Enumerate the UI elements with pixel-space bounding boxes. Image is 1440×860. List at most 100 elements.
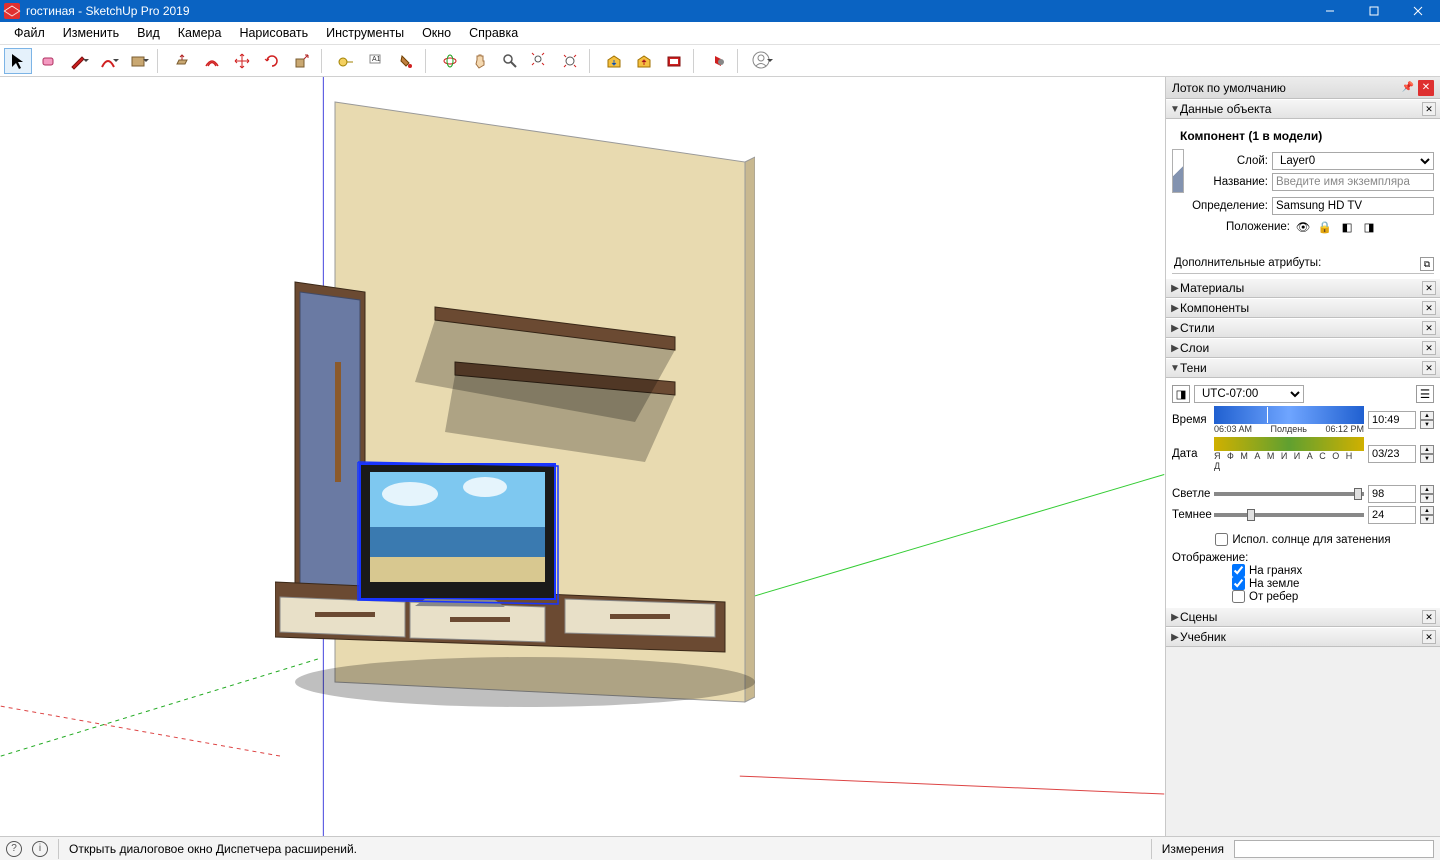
definition-input[interactable] xyxy=(1272,197,1434,215)
menu-tools[interactable]: Инструменты xyxy=(318,24,412,42)
on-ground-checkbox[interactable] xyxy=(1232,577,1245,590)
extension-warehouse-button[interactable] xyxy=(660,48,688,74)
warehouse-get-button[interactable] xyxy=(600,48,628,74)
time-stepper[interactable]: ▲▼ xyxy=(1420,411,1434,429)
zoom-window-button[interactable] xyxy=(556,48,584,74)
menu-camera[interactable]: Камера xyxy=(170,24,230,42)
panel-styles-header[interactable]: ▶Стили✕ xyxy=(1166,318,1440,338)
status-bar: ? i Открыть диалоговое окно Диспетчера р… xyxy=(0,836,1440,860)
measurements-label: Измерения xyxy=(1162,842,1224,856)
month-ticks: Я Ф М А М И И А С О Н Д xyxy=(1214,451,1364,471)
toggle-lock-icon[interactable]: 🔒 xyxy=(1316,218,1334,236)
panel-entity-header[interactable]: ▼ Данные объекта ✕ xyxy=(1166,99,1440,119)
component-thumbnail xyxy=(1172,149,1184,193)
light-stepper[interactable]: ▲▼ xyxy=(1420,485,1434,503)
toggle-shadows-icon[interactable]: ◧ xyxy=(1338,218,1356,236)
collapse-arrow-icon: ▼ xyxy=(1170,104,1180,115)
tray-title-bar[interactable]: Лоток по умолчанию 📌 ✕ xyxy=(1166,77,1440,99)
help-icon[interactable]: ? xyxy=(6,841,22,857)
menu-window[interactable]: Окно xyxy=(414,24,459,42)
time-label: Время xyxy=(1172,414,1210,426)
menu-bar: Файл Изменить Вид Камера Нарисовать Инст… xyxy=(0,22,1440,45)
time-slider[interactable] xyxy=(1214,406,1364,424)
maximize-button[interactable] xyxy=(1352,0,1396,22)
toggle-visible-icon[interactable]: 👁 xyxy=(1294,218,1312,236)
select-tool-button[interactable] xyxy=(4,48,32,74)
menu-view[interactable]: Вид xyxy=(129,24,168,42)
move-tool-button[interactable] xyxy=(228,48,256,74)
menu-help[interactable]: Справка xyxy=(461,24,526,42)
attrs-config-button[interactable]: ⧉ xyxy=(1420,257,1434,271)
tray-pin-icon[interactable]: 📌 xyxy=(1400,80,1416,96)
shadow-toggle-icon[interactable]: ◨ xyxy=(1172,385,1190,403)
shape-tool-button[interactable] xyxy=(124,48,152,74)
panel-scenes-header[interactable]: ▶Сцены✕ xyxy=(1166,607,1440,627)
panel-entity-title: Данные объекта xyxy=(1180,102,1422,116)
tape-tool-button[interactable] xyxy=(332,48,360,74)
layer-select[interactable]: Layer0 xyxy=(1272,152,1434,170)
panel-close-button[interactable]: ✕ xyxy=(1422,281,1436,295)
model-scene xyxy=(275,82,755,762)
instance-name-input[interactable] xyxy=(1272,173,1434,191)
pencil-tool-button[interactable] xyxy=(64,48,92,74)
panel-close-button[interactable]: ✕ xyxy=(1422,301,1436,315)
panel-close-button[interactable]: ✕ xyxy=(1422,630,1436,644)
light-label: Светле xyxy=(1172,488,1210,500)
zoom-extents-button[interactable] xyxy=(526,48,554,74)
rotate-tool-button[interactable] xyxy=(258,48,286,74)
light-input[interactable] xyxy=(1368,485,1416,503)
layer-label: Слой: xyxy=(1190,155,1268,167)
panel-shadows-header[interactable]: ▼Тени✕ xyxy=(1166,358,1440,378)
paint-tool-button[interactable] xyxy=(392,48,420,74)
zoom-tool-button[interactable] xyxy=(496,48,524,74)
sun-shading-checkbox[interactable] xyxy=(1215,533,1228,546)
panel-components-header[interactable]: ▶Компоненты✕ xyxy=(1166,298,1440,318)
panel-close-button[interactable]: ✕ xyxy=(1422,341,1436,355)
from-edges-checkbox[interactable] xyxy=(1232,590,1245,603)
date-stepper[interactable]: ▲▼ xyxy=(1420,445,1434,463)
scale-tool-button[interactable] xyxy=(288,48,316,74)
menu-edit[interactable]: Изменить xyxy=(55,24,127,42)
user-profile-button[interactable] xyxy=(748,48,776,74)
panel-instructor-header[interactable]: ▶Учебник✕ xyxy=(1166,627,1440,647)
pushpull-tool-button[interactable] xyxy=(168,48,196,74)
time-input[interactable] xyxy=(1368,411,1416,429)
toggle-cast-icon[interactable]: ◨ xyxy=(1360,218,1378,236)
eraser-tool-button[interactable] xyxy=(34,48,62,74)
component-summary: Компонент (1 в модели) xyxy=(1172,123,1434,149)
minimize-button[interactable] xyxy=(1308,0,1352,22)
panel-close-button[interactable]: ✕ xyxy=(1422,361,1436,375)
info-icon[interactable]: i xyxy=(32,841,48,857)
panel-close-button[interactable]: ✕ xyxy=(1422,321,1436,335)
shadow-details-button[interactable]: ☰ xyxy=(1416,385,1434,403)
dark-stepper[interactable]: ▲▼ xyxy=(1420,506,1434,524)
arc-tool-button[interactable] xyxy=(94,48,122,74)
panel-layers-header[interactable]: ▶Слои✕ xyxy=(1166,338,1440,358)
on-faces-checkbox[interactable] xyxy=(1232,564,1245,577)
date-input[interactable] xyxy=(1368,445,1416,463)
dark-input[interactable] xyxy=(1368,506,1416,524)
viewport[interactable] xyxy=(0,77,1165,836)
warehouse-send-button[interactable] xyxy=(630,48,658,74)
light-slider[interactable] xyxy=(1214,492,1364,496)
definition-label: Определение: xyxy=(1172,200,1268,212)
window-title: гостиная - SketchUp Pro 2019 xyxy=(26,4,190,18)
panel-close-button[interactable]: ✕ xyxy=(1422,102,1436,116)
dark-label: Темнее xyxy=(1172,509,1210,521)
date-slider[interactable] xyxy=(1214,437,1364,451)
panel-materials-header[interactable]: ▶Материалы✕ xyxy=(1166,278,1440,298)
offset-tool-button[interactable] xyxy=(198,48,226,74)
extension-manager-button[interactable] xyxy=(704,48,732,74)
date-label: Дата xyxy=(1172,448,1210,460)
dark-slider[interactable] xyxy=(1214,513,1364,517)
timezone-select[interactable]: UTC-07:00 xyxy=(1194,385,1304,403)
panel-close-button[interactable]: ✕ xyxy=(1422,610,1436,624)
menu-draw[interactable]: Нарисовать xyxy=(231,24,316,42)
pan-tool-button[interactable] xyxy=(466,48,494,74)
tray-close-button[interactable]: ✕ xyxy=(1418,80,1434,96)
text-tool-button[interactable]: A1 xyxy=(362,48,390,74)
menu-file[interactable]: Файл xyxy=(6,24,53,42)
close-button[interactable] xyxy=(1396,0,1440,22)
measurements-input[interactable] xyxy=(1234,840,1434,858)
orbit-tool-button[interactable] xyxy=(436,48,464,74)
